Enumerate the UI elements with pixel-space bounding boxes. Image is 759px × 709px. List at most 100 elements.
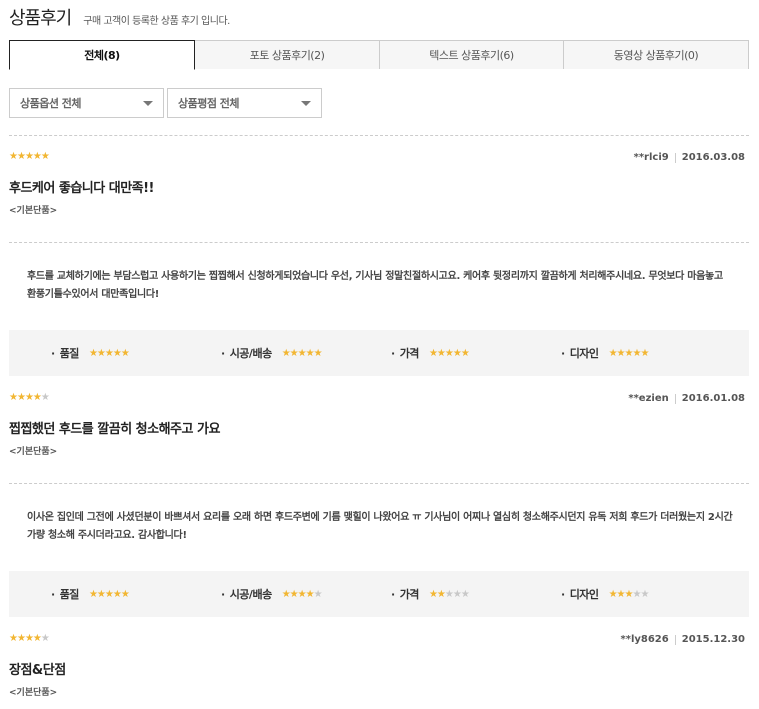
star-icon: ★ xyxy=(120,588,130,600)
rating-stars: ★★★★★ xyxy=(281,347,323,359)
star-icon: ★ xyxy=(24,392,34,403)
star-icon: ★ xyxy=(436,588,446,600)
star-icon: ★ xyxy=(120,347,130,359)
meta-separator xyxy=(674,152,676,163)
review-meta: **ly8626 2015.12.30 xyxy=(620,634,745,645)
star-icon: ★ xyxy=(32,633,42,644)
star-icon: ★ xyxy=(640,347,649,359)
option-filter-select[interactable]: 상품옵션 전체 xyxy=(9,88,164,118)
tab-text[interactable]: 텍스트 상품후기(6) xyxy=(380,40,564,69)
star-icon: ★ xyxy=(297,347,307,359)
review-date: 2016.01.08 xyxy=(681,393,745,404)
review-ratings: · 품질 ★★★★★ · 시공/배송 ★★★★★ · 가격 ★★★★★ · 디자인 ★★★★★ xyxy=(9,330,749,376)
tab-photo[interactable]: 포토 상품후기(2) xyxy=(195,40,380,69)
star-icon: ★ xyxy=(616,588,626,600)
review-user: **ly8626 xyxy=(620,634,669,645)
chevron-down-icon xyxy=(143,100,153,106)
star-icon: ★ xyxy=(9,151,18,162)
star-icon: ★ xyxy=(640,588,649,600)
star-icon: ★ xyxy=(313,347,323,359)
rating-stars: ★★★★★ xyxy=(428,347,470,359)
rating-label: 품질 xyxy=(59,588,80,601)
star-icon: ★ xyxy=(289,347,299,359)
review-date: 2016.03.08 xyxy=(681,152,745,163)
review-item: ★★★★★ **rlci9 2016.03.08 후드케어 좋습니다 대만족!!… xyxy=(9,135,749,376)
review-meta: **ezien 2016.01.08 xyxy=(628,393,745,404)
review-meta: **rlci9 2016.03.08 xyxy=(634,152,745,163)
option-filter-value: 상품옵션 전체 xyxy=(20,97,82,110)
rating-label: 품질 xyxy=(59,347,80,360)
page-subtitle: 구매 고객이 등록한 상품 후기 입니다. xyxy=(83,16,230,27)
rating-quality: · 품질 ★★★★★ xyxy=(51,346,130,361)
star-icon: ★ xyxy=(281,347,291,359)
rating-label: 가격 xyxy=(399,347,420,360)
rating-filter-select[interactable]: 상품평점 전체 xyxy=(167,88,322,118)
review-tabs: 전체(8) 포토 상품후기(2) 텍스트 상품후기(6) 동영상 상품후기(0) xyxy=(9,40,749,70)
star-icon: ★ xyxy=(96,588,106,600)
rating-stars: ★★★★★ xyxy=(428,588,470,600)
star-icon: ★ xyxy=(40,633,50,644)
review-stars: ★★★★★ xyxy=(9,633,50,644)
star-icon: ★ xyxy=(24,151,34,162)
star-icon: ★ xyxy=(40,392,50,403)
rating-stars: ★★★★★ xyxy=(88,588,130,600)
rating-stars: ★★★★★ xyxy=(282,588,323,600)
star-icon: ★ xyxy=(452,588,462,600)
review-title[interactable]: 찝찝했던 후드를 깔끔히 청소해주고 가요 xyxy=(9,418,220,437)
tab-video[interactable]: 동영상 상품후기(0) xyxy=(564,40,749,69)
review-stars: ★★★★★ xyxy=(9,151,50,162)
star-icon: ★ xyxy=(460,588,470,600)
star-icon: ★ xyxy=(112,588,122,600)
star-icon: ★ xyxy=(16,151,26,162)
rating-price: · 가격 ★★★★★ xyxy=(391,587,470,602)
star-icon: ★ xyxy=(88,588,98,600)
rating-design: · 디자인 ★★★★★ xyxy=(561,587,650,602)
filter-bar: 상품옵션 전체 상품평점 전체 xyxy=(9,88,322,118)
rating-quality: · 품질 ★★★★★ xyxy=(51,587,130,602)
rating-label: 디자인 xyxy=(569,347,599,360)
star-icon: ★ xyxy=(104,588,114,600)
page-title: 상품후기 xyxy=(9,8,72,29)
star-icon: ★ xyxy=(24,633,34,644)
star-icon: ★ xyxy=(452,347,462,359)
review-date: 2015.12.30 xyxy=(681,634,745,645)
star-icon: ★ xyxy=(460,347,470,359)
star-icon: ★ xyxy=(616,347,626,359)
review-body: 이사온 집인데 그전에 사셨던분이 바쁘셔서 요리를 오래 하면 후드주변에 기… xyxy=(27,512,733,541)
meta-separator xyxy=(674,634,676,645)
review-stars: ★★★★★ xyxy=(9,392,50,403)
star-icon: ★ xyxy=(428,588,438,600)
rating-delivery: · 시공/배송 ★★★★★ xyxy=(221,346,323,361)
rating-stars: ★★★★★ xyxy=(608,347,650,359)
rating-stars: ★★★★★ xyxy=(608,588,650,600)
star-icon: ★ xyxy=(9,392,18,403)
star-icon: ★ xyxy=(16,633,26,644)
star-icon: ★ xyxy=(313,588,323,600)
rating-label: 디자인 xyxy=(569,588,599,601)
review-title[interactable]: 후드케어 좋습니다 대만족!! xyxy=(9,177,154,196)
star-icon: ★ xyxy=(444,588,454,600)
star-icon: ★ xyxy=(428,347,438,359)
star-icon: ★ xyxy=(608,347,618,359)
review-user: **ezien xyxy=(628,393,669,404)
star-icon: ★ xyxy=(608,588,618,600)
star-icon: ★ xyxy=(88,347,98,359)
star-icon: ★ xyxy=(297,588,307,600)
review-divider xyxy=(9,483,749,484)
rating-delivery: · 시공/배송 ★★★★★ xyxy=(221,587,323,602)
rating-label: 시공/배송 xyxy=(229,347,273,360)
tab-all[interactable]: 전체(8) xyxy=(9,40,195,70)
rating-label: 시공/배송 xyxy=(229,588,273,601)
star-icon: ★ xyxy=(289,588,299,600)
star-icon: ★ xyxy=(32,151,42,162)
rating-filter-value: 상품평점 전체 xyxy=(178,97,240,110)
review-ratings: · 품질 ★★★★★ · 시공/배송 ★★★★★ · 가격 ★★★★★ · 디자인 ★★★★★ xyxy=(9,571,749,617)
star-icon: ★ xyxy=(305,347,315,359)
rating-design: · 디자인 ★★★★★ xyxy=(561,346,650,361)
star-icon: ★ xyxy=(32,392,42,403)
star-icon: ★ xyxy=(16,392,26,403)
review-title[interactable]: 장점&단점 xyxy=(9,659,66,678)
section-header: 상품후기 구매 고객이 등록한 상품 후기 입니다. xyxy=(9,4,230,30)
star-icon: ★ xyxy=(444,347,454,359)
star-icon: ★ xyxy=(9,633,18,644)
